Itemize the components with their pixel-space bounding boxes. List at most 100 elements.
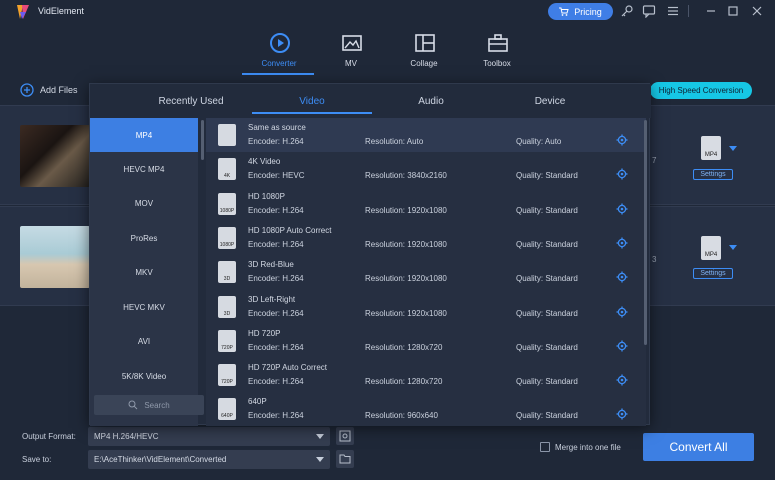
format-name: HD 1080P <box>248 191 285 201</box>
active-tab-underline <box>252 112 372 114</box>
video-format-icon <box>218 124 236 146</box>
title-bar: VidElement Pricing <box>0 0 775 24</box>
settings-button[interactable]: Settings <box>693 268 733 279</box>
main-nav: Converter MV Collage Toolbox <box>0 24 775 76</box>
format-encoder: Encoder: H.264 <box>248 239 304 249</box>
chevron-down-icon <box>316 434 324 439</box>
format-quality: Quality: Standard <box>516 411 578 421</box>
format-option[interactable]: 640P 640P Encoder: H.264 Resolution: 960x64… <box>206 392 646 426</box>
merge-label: Merge into one file <box>555 442 621 452</box>
format-encoder: Encoder: H.264 <box>248 377 304 387</box>
file-info-text: 7 <box>652 156 657 165</box>
category-item[interactable]: ProRes <box>90 221 198 255</box>
category-item[interactable]: MKV <box>90 255 198 289</box>
tab-converter[interactable]: Converter <box>244 24 314 74</box>
category-list: MP4 HEVC MP4 MOV ProRes MKV HEVC MKV AVI… <box>90 118 198 426</box>
video-format-icon: 1080P <box>218 226 236 249</box>
app-title: VidElement <box>38 6 84 16</box>
format-option[interactable]: 1080P HD 1080P Auto Correct Encoder: H.264… <box>206 221 646 255</box>
chevron-down-icon[interactable] <box>729 146 737 151</box>
gear-icon[interactable] <box>616 271 628 283</box>
merge-checkbox[interactable]: Merge into one file <box>540 442 621 452</box>
format-search-input[interactable]: Search <box>94 395 204 415</box>
key-icon[interactable] <box>620 4 634 18</box>
category-item[interactable]: 5K/8K Video <box>90 359 198 393</box>
close-icon[interactable] <box>750 4 764 18</box>
tab-collage[interactable]: Collage <box>389 24 459 74</box>
gear-icon[interactable] <box>616 408 628 420</box>
category-item[interactable]: AVI <box>90 324 198 358</box>
output-format-select[interactable]: MP4 H.264/HEVC <box>88 427 330 446</box>
file-info-text: 3 <box>652 255 657 264</box>
format-list: Same as source Encoder: H.264 Resolution: … <box>206 118 646 426</box>
gear-icon[interactable] <box>616 340 628 352</box>
add-icon <box>20 83 34 97</box>
menu-icon[interactable] <box>666 4 680 18</box>
tab-audio[interactable]: Audio <box>371 96 491 107</box>
maximize-icon[interactable] <box>726 4 740 18</box>
gear-icon[interactable] <box>616 306 628 318</box>
video-format-icon: 720P <box>218 364 236 387</box>
gear-icon[interactable] <box>616 237 628 249</box>
video-format-icon: 1080P <box>218 192 236 215</box>
settings-button[interactable]: Settings <box>693 169 733 180</box>
format-option[interactable]: 3D 3D Red-Blue Encoder: H.264 Resolution: 1… <box>206 255 646 289</box>
format-quality: Quality: Standard <box>516 308 578 318</box>
feedback-icon[interactable] <box>642 4 656 18</box>
convert-all-button[interactable]: Convert All <box>643 433 754 461</box>
format-quality: Quality: Standard <box>516 239 578 249</box>
active-tab-underline <box>242 73 314 75</box>
tab-device[interactable]: Device <box>490 96 610 107</box>
category-item[interactable]: MP4 <box>90 118 198 152</box>
collage-icon <box>415 34 435 52</box>
format-scrollbar[interactable] <box>644 120 647 345</box>
format-encoder: Encoder: H.264 <box>248 308 304 318</box>
format-popup: Recently Used Video Audio Device MP4 HEV… <box>89 83 651 426</box>
checkbox-box[interactable] <box>540 442 550 452</box>
category-item[interactable]: MOV <box>90 186 198 220</box>
video-format-icon: 3D <box>218 295 236 318</box>
format-option[interactable]: 720P HD 720P Encoder: H.264 Resolution: 128… <box>206 324 646 358</box>
format-name: HD 720P Auto Correct <box>248 363 328 373</box>
pricing-button[interactable]: Pricing <box>548 3 613 20</box>
format-quality: Quality: Standard <box>516 171 578 181</box>
format-resolution: Resolution: 1920x1080 <box>365 274 447 284</box>
category-item[interactable]: HEVC MP4 <box>90 152 198 186</box>
category-scrollbar[interactable] <box>201 120 204 160</box>
open-folder-button[interactable] <box>336 450 354 468</box>
format-resolution: Resolution: 3840x2160 <box>365 171 447 181</box>
tab-toolbox[interactable]: Toolbox <box>462 24 532 74</box>
save-to-field[interactable]: E:\AceThinker\VidElement\Converted <box>88 450 330 469</box>
app-logo-icon <box>17 5 29 19</box>
minimize-icon[interactable] <box>704 4 718 18</box>
format-name: Same as source <box>248 123 306 132</box>
tab-video[interactable]: Video <box>252 96 372 107</box>
video-thumbnail <box>20 125 90 187</box>
output-format-icon[interactable]: MP4 <box>701 136 721 160</box>
chevron-down-icon[interactable] <box>729 245 737 250</box>
gear-icon[interactable] <box>616 134 628 146</box>
gear-icon[interactable] <box>616 374 628 386</box>
category-item[interactable]: HEVC MKV <box>90 290 198 324</box>
gear-icon[interactable] <box>616 168 628 180</box>
format-resolution: Resolution: 1920x1080 <box>365 205 447 215</box>
video-format-icon: 4K <box>218 158 236 181</box>
format-option[interactable]: 720P HD 720P Auto Correct Encoder: H.264 Re… <box>206 358 646 392</box>
output-format-value: MP4 H.264/HEVC <box>94 432 159 441</box>
gear-icon[interactable] <box>616 203 628 215</box>
add-files-button[interactable]: Add Files <box>20 83 78 97</box>
format-settings-button[interactable] <box>336 427 354 445</box>
format-option[interactable]: 3D 3D Left-Right Encoder: H.264 Resolution:… <box>206 290 646 324</box>
tab-recently-used[interactable]: Recently Used <box>131 96 251 107</box>
format-option[interactable]: 1080P HD 1080P Encoder: H.264 Resolution: 1… <box>206 187 646 221</box>
high-speed-conversion-toggle[interactable]: High Speed Conversion <box>650 82 752 99</box>
video-format-icon: 640P <box>218 398 236 421</box>
format-name: HD 1080P Auto Correct <box>248 225 332 235</box>
format-name: 4K Video <box>248 157 281 167</box>
format-option[interactable]: 4K 4K Video Encoder: HEVC Resolution: 3840x… <box>206 152 646 186</box>
format-option[interactable]: Same as source Encoder: H.264 Resolution: … <box>206 118 646 152</box>
output-format-icon[interactable]: MP4 <box>701 236 721 260</box>
tab-collage-label: Collage <box>410 59 438 68</box>
tab-mv[interactable]: MV <box>316 24 386 74</box>
format-resolution: Resolution: 960x640 <box>365 411 438 421</box>
